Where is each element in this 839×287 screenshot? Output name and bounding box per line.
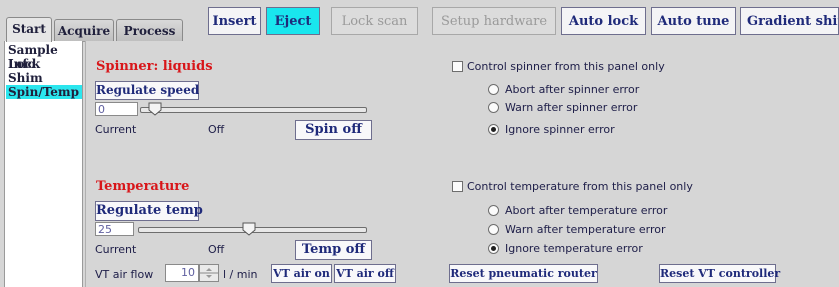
spinner-current-label: Current — [95, 123, 137, 136]
temperature-warn-label: Warn after temperature error — [505, 223, 666, 236]
tab-acquire[interactable]: Acquire — [54, 19, 114, 41]
vt-air-flow-input[interactable]: 10 — [165, 264, 199, 282]
spinner-ignore-radio[interactable] — [488, 124, 499, 135]
gradient-shim-button[interactable]: Gradient shim — [740, 7, 839, 35]
temperature-abort-label: Abort after temperature error — [505, 204, 668, 217]
sidebar: Sample Info Lock Shim Spin/Temp — [4, 41, 83, 287]
spinner-abort-radio[interactable] — [488, 84, 499, 95]
spinner-current-value: Off — [208, 123, 225, 136]
stepper-arrows-icon — [200, 268, 218, 278]
spinner-speed-input[interactable]: 0 — [95, 102, 138, 116]
spinner-control-checkbox[interactable] — [452, 61, 463, 72]
setup-hardware-button[interactable]: Setup hardware — [432, 7, 556, 35]
insert-button[interactable]: Insert — [208, 7, 261, 35]
spinner-title: Spinner: liquids — [96, 59, 213, 74]
temperature-current-value: Off — [208, 243, 225, 256]
vt-air-flow-stepper[interactable] — [199, 264, 219, 282]
temperature-ignore-label: Ignore temperature error — [505, 242, 643, 255]
vt-air-flow-label: VT air flow — [95, 268, 154, 281]
vt-air-flow-unit: l / min — [223, 268, 258, 281]
auto-lock-button[interactable]: Auto lock — [561, 7, 646, 35]
spinner-slider-track[interactable] — [140, 107, 367, 113]
tab-start[interactable]: Start — [6, 17, 52, 42]
eject-button[interactable]: Eject — [266, 7, 320, 35]
reset-vt-controller-button[interactable]: Reset VT controller — [659, 264, 780, 283]
vt-air-off-button[interactable]: VT air off — [334, 264, 396, 283]
spinner-control-label: Control spinner from this panel only — [467, 60, 665, 73]
sidebar-item-shim[interactable]: Shim — [8, 71, 82, 85]
regulate-speed-button[interactable]: Regulate speed — [95, 81, 199, 100]
spinner-warn-radio[interactable] — [488, 102, 499, 113]
sidebar-item-spin-temp[interactable]: Spin/Temp — [6, 85, 82, 99]
spinner-warn-label: Warn after spinner error — [505, 101, 638, 114]
temperature-current-label: Current — [95, 243, 137, 256]
tab-process[interactable]: Process — [116, 19, 183, 41]
spin-off-button[interactable]: Spin off — [295, 120, 372, 140]
spinner-abort-label: Abort after spinner error — [505, 83, 640, 96]
temp-off-button[interactable]: Temp off — [295, 240, 372, 260]
lock-scan-button[interactable]: Lock scan — [331, 7, 418, 35]
temperature-title: Temperature — [96, 179, 190, 194]
temperature-input[interactable]: 25 — [95, 222, 134, 236]
temperature-ignore-radio[interactable] — [488, 243, 499, 254]
reset-pneumatic-router-button[interactable]: Reset pneumatic router — [449, 264, 598, 283]
temperature-warn-radio[interactable] — [488, 224, 499, 235]
vt-air-on-button[interactable]: VT air on — [271, 264, 332, 283]
spinner-ignore-label: Ignore spinner error — [505, 123, 615, 136]
spin-temp-panel — [85, 41, 839, 287]
auto-tune-button[interactable]: Auto tune — [651, 7, 736, 35]
temperature-control-checkbox[interactable] — [452, 181, 463, 192]
temperature-abort-radio[interactable] — [488, 205, 499, 216]
temperature-slider-thumb[interactable] — [242, 222, 256, 236]
temperature-control-label: Control temperature from this panel only — [467, 180, 693, 193]
regulate-temp-button[interactable]: Regulate temp — [95, 201, 203, 221]
spinner-slider-thumb[interactable] — [148, 102, 162, 116]
sidebar-item-lock[interactable]: Lock — [8, 57, 82, 71]
sidebar-item-sample-info[interactable]: Sample Info — [8, 43, 82, 71]
